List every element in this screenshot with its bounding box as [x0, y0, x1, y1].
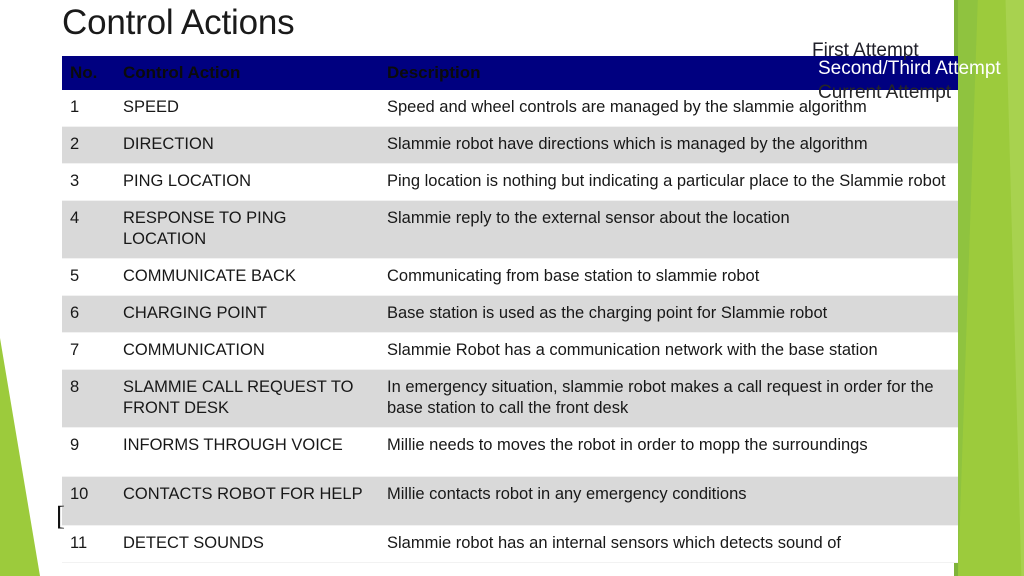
- cell-description: Millie needs to moves the robot in order…: [383, 427, 958, 477]
- cell-description: In emergency situation, slammie robot ma…: [383, 369, 958, 428]
- table-header: No. Control Action Description: [62, 56, 958, 90]
- cell-description: Slammie reply to the external sensor abo…: [383, 200, 958, 259]
- cell-control-action: INFORMS THROUGH VOICE: [115, 427, 383, 477]
- table-body: 1 SPEED Speed and wheel controls are man…: [62, 90, 958, 563]
- cell-no: 9: [62, 427, 115, 477]
- cell-control-action: SPEED: [115, 90, 383, 127]
- right-green-panel: [958, 0, 1024, 576]
- column-header-no: No.: [62, 56, 115, 90]
- table-row: 9 INFORMS THROUGH VOICE Millie needs to …: [62, 427, 958, 477]
- table-row: 6 CHARGING POINT Base station is used as…: [62, 295, 958, 333]
- cell-description: Slammie robot have directions which is m…: [383, 126, 958, 164]
- table-row: 10 CONTACTS ROBOT FOR HELP Millie contac…: [62, 476, 958, 526]
- column-header-control-action: Control Action: [115, 56, 383, 90]
- cell-description: Slammie Robot has a communication networ…: [383, 332, 958, 370]
- cell-description: Base station is used as the charging poi…: [383, 295, 958, 333]
- cell-no: 10: [62, 476, 115, 526]
- cell-control-action: PING LOCATION: [115, 163, 383, 201]
- cell-description: Communicating from base station to slamm…: [383, 258, 958, 296]
- cell-control-action: DETECT SOUNDS: [115, 525, 383, 563]
- page-title: Control Actions: [62, 3, 295, 42]
- cell-no: 11: [62, 525, 115, 563]
- table-row: 1 SPEED Speed and wheel controls are man…: [62, 90, 958, 127]
- cell-no: 5: [62, 258, 115, 296]
- table-row: 4 RESPONSE TO PING LOCATION Slammie repl…: [62, 200, 958, 259]
- cell-no: 8: [62, 369, 115, 428]
- cell-control-action: COMMUNICATE BACK: [115, 258, 383, 296]
- cell-description: Millie contacts robot in any emergency c…: [383, 476, 958, 526]
- table-header-row: No. Control Action Description: [62, 56, 958, 90]
- stray-bracket-glyph: [: [56, 501, 65, 531]
- cell-description: Slammie robot has an internal sensors wh…: [383, 525, 958, 563]
- cell-control-action: DIRECTION: [115, 126, 383, 164]
- cell-no: 1: [62, 90, 115, 127]
- cell-no: 4: [62, 200, 115, 259]
- cell-control-action: SLAMMIE CALL REQUEST TO FRONT DESK: [115, 369, 383, 428]
- control-actions-table: No. Control Action Description 1 SPEED S…: [62, 56, 958, 563]
- table-row: 2 DIRECTION Slammie robot have direction…: [62, 126, 958, 164]
- table-row: 7 COMMUNICATION Slammie Robot has a comm…: [62, 332, 958, 370]
- cell-no: 2: [62, 126, 115, 164]
- cell-control-action: RESPONSE TO PING LOCATION: [115, 200, 383, 259]
- cell-description: Speed and wheel controls are managed by …: [383, 90, 958, 127]
- left-green-triangle: [0, 338, 40, 576]
- column-header-description: Description: [383, 56, 958, 90]
- cell-control-action: CHARGING POINT: [115, 295, 383, 333]
- cell-no: 6: [62, 295, 115, 333]
- cell-no: 3: [62, 163, 115, 201]
- cell-no: 7: [62, 332, 115, 370]
- table-row: 11 DETECT SOUNDS Slammie robot has an in…: [62, 525, 958, 563]
- table-row: 5 COMMUNICATE BACK Communicating from ba…: [62, 258, 958, 296]
- table-row: 3 PING LOCATION Ping location is nothing…: [62, 163, 958, 201]
- slide-canvas: Control Actions No. Control Action Descr…: [0, 0, 1024, 576]
- table-row: 8 SLAMMIE CALL REQUEST TO FRONT DESK In …: [62, 369, 958, 428]
- control-actions-table-wrapper: No. Control Action Description 1 SPEED S…: [62, 56, 958, 563]
- cell-control-action: COMMUNICATION: [115, 332, 383, 370]
- cell-control-action: CONTACTS ROBOT FOR HELP: [115, 476, 383, 526]
- cell-description: Ping location is nothing but indicating …: [383, 163, 958, 201]
